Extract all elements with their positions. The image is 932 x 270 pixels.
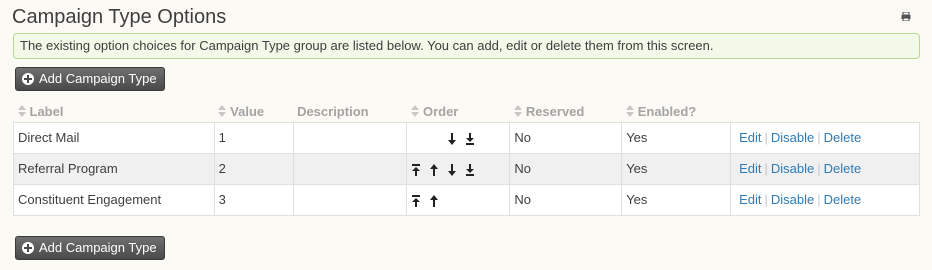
header-actions [731,101,920,122]
move-bottom-icon[interactable] [465,163,475,176]
cell-description [292,183,408,216]
action-separator: | [817,130,821,145]
campaign-type-table: Label Value Description Order Reserved E… [13,101,920,216]
edit-link[interactable]: Edit [739,161,761,176]
cell-reserved: No [509,183,623,216]
cell-enabled: Yes [621,121,732,154]
disable-link[interactable]: Disable [771,161,814,176]
move-bottom-icon[interactable] [465,132,475,145]
disable-link[interactable]: Disable [771,130,814,145]
delete-link[interactable]: Delete [824,130,862,145]
table-header-row: Label Value Description Order Reserved E… [14,101,920,122]
disable-link[interactable]: Disable [771,192,814,207]
header-enabled[interactable]: Enabled? [622,101,731,122]
cell-actions: Edit | Disable | Delete [730,121,920,154]
cell-reserved: No [509,121,623,154]
header-order[interactable]: Order [407,101,510,122]
action-separator: | [817,192,821,207]
cell-value: 1 [213,121,294,154]
cell-order [406,183,511,216]
plus-circle-icon [22,73,34,85]
action-separator: | [764,192,768,207]
edit-link[interactable]: Edit [739,192,761,207]
add-campaign-type-label: Add Campaign Type [39,71,157,86]
action-separator: | [764,130,768,145]
cell-value: 2 [213,152,294,185]
action-separator: | [817,161,821,176]
info-notice: The existing option choices for Campaign… [13,33,920,59]
sort-icon [17,104,26,117]
cell-actions: Edit | Disable | Delete [730,183,920,216]
cell-description [292,152,408,185]
header-description: Description [297,103,369,119]
cell-reserved: No [509,152,623,185]
sort-icon [410,104,419,117]
sort-icon [513,104,522,117]
print-icon[interactable] [901,12,911,21]
cell-label: Referral Program [13,152,215,185]
cell-order [406,152,511,185]
table-row: Referral Program 2 No Yes Edit | Disable | D… [13,152,920,185]
header-label[interactable]: Label [14,101,215,122]
cell-description [292,121,408,154]
add-campaign-type-label: Add Campaign Type [39,240,157,255]
cell-order [406,121,511,154]
cell-label: Constituent Engagement [13,183,215,216]
action-separator: | [764,161,768,176]
move-down-icon[interactable] [447,132,457,145]
cell-enabled: Yes [621,183,732,216]
move-top-icon[interactable] [411,194,421,207]
cell-label: Direct Mail [13,121,215,154]
cell-value: 3 [213,183,294,216]
plus-circle-icon [22,242,34,254]
add-campaign-type-button-bottom[interactable]: Add Campaign Type [15,236,165,260]
table-row: Constituent Engagement 3 No Yes Edit | Dis… [13,183,920,216]
sort-icon [218,104,227,117]
page-header: Campaign Type Options [0,0,932,30]
move-up-icon[interactable] [429,163,439,176]
page-title: Campaign Type Options [12,6,227,28]
table-row: Direct Mail 1 No Yes Edit | Disable | Delete [13,121,920,154]
edit-link[interactable]: Edit [739,130,761,145]
header-value[interactable]: Value [214,101,293,122]
sort-icon [625,104,634,117]
move-down-icon[interactable] [447,163,457,176]
move-top-icon[interactable] [411,163,421,176]
header-reserved[interactable]: Reserved [510,101,622,122]
move-up-icon[interactable] [429,194,439,207]
delete-link[interactable]: Delete [824,192,862,207]
add-campaign-type-button-top[interactable]: Add Campaign Type [15,67,165,91]
delete-link[interactable]: Delete [824,161,862,176]
cell-enabled: Yes [621,152,732,185]
cell-actions: Edit | Disable | Delete [730,152,920,185]
